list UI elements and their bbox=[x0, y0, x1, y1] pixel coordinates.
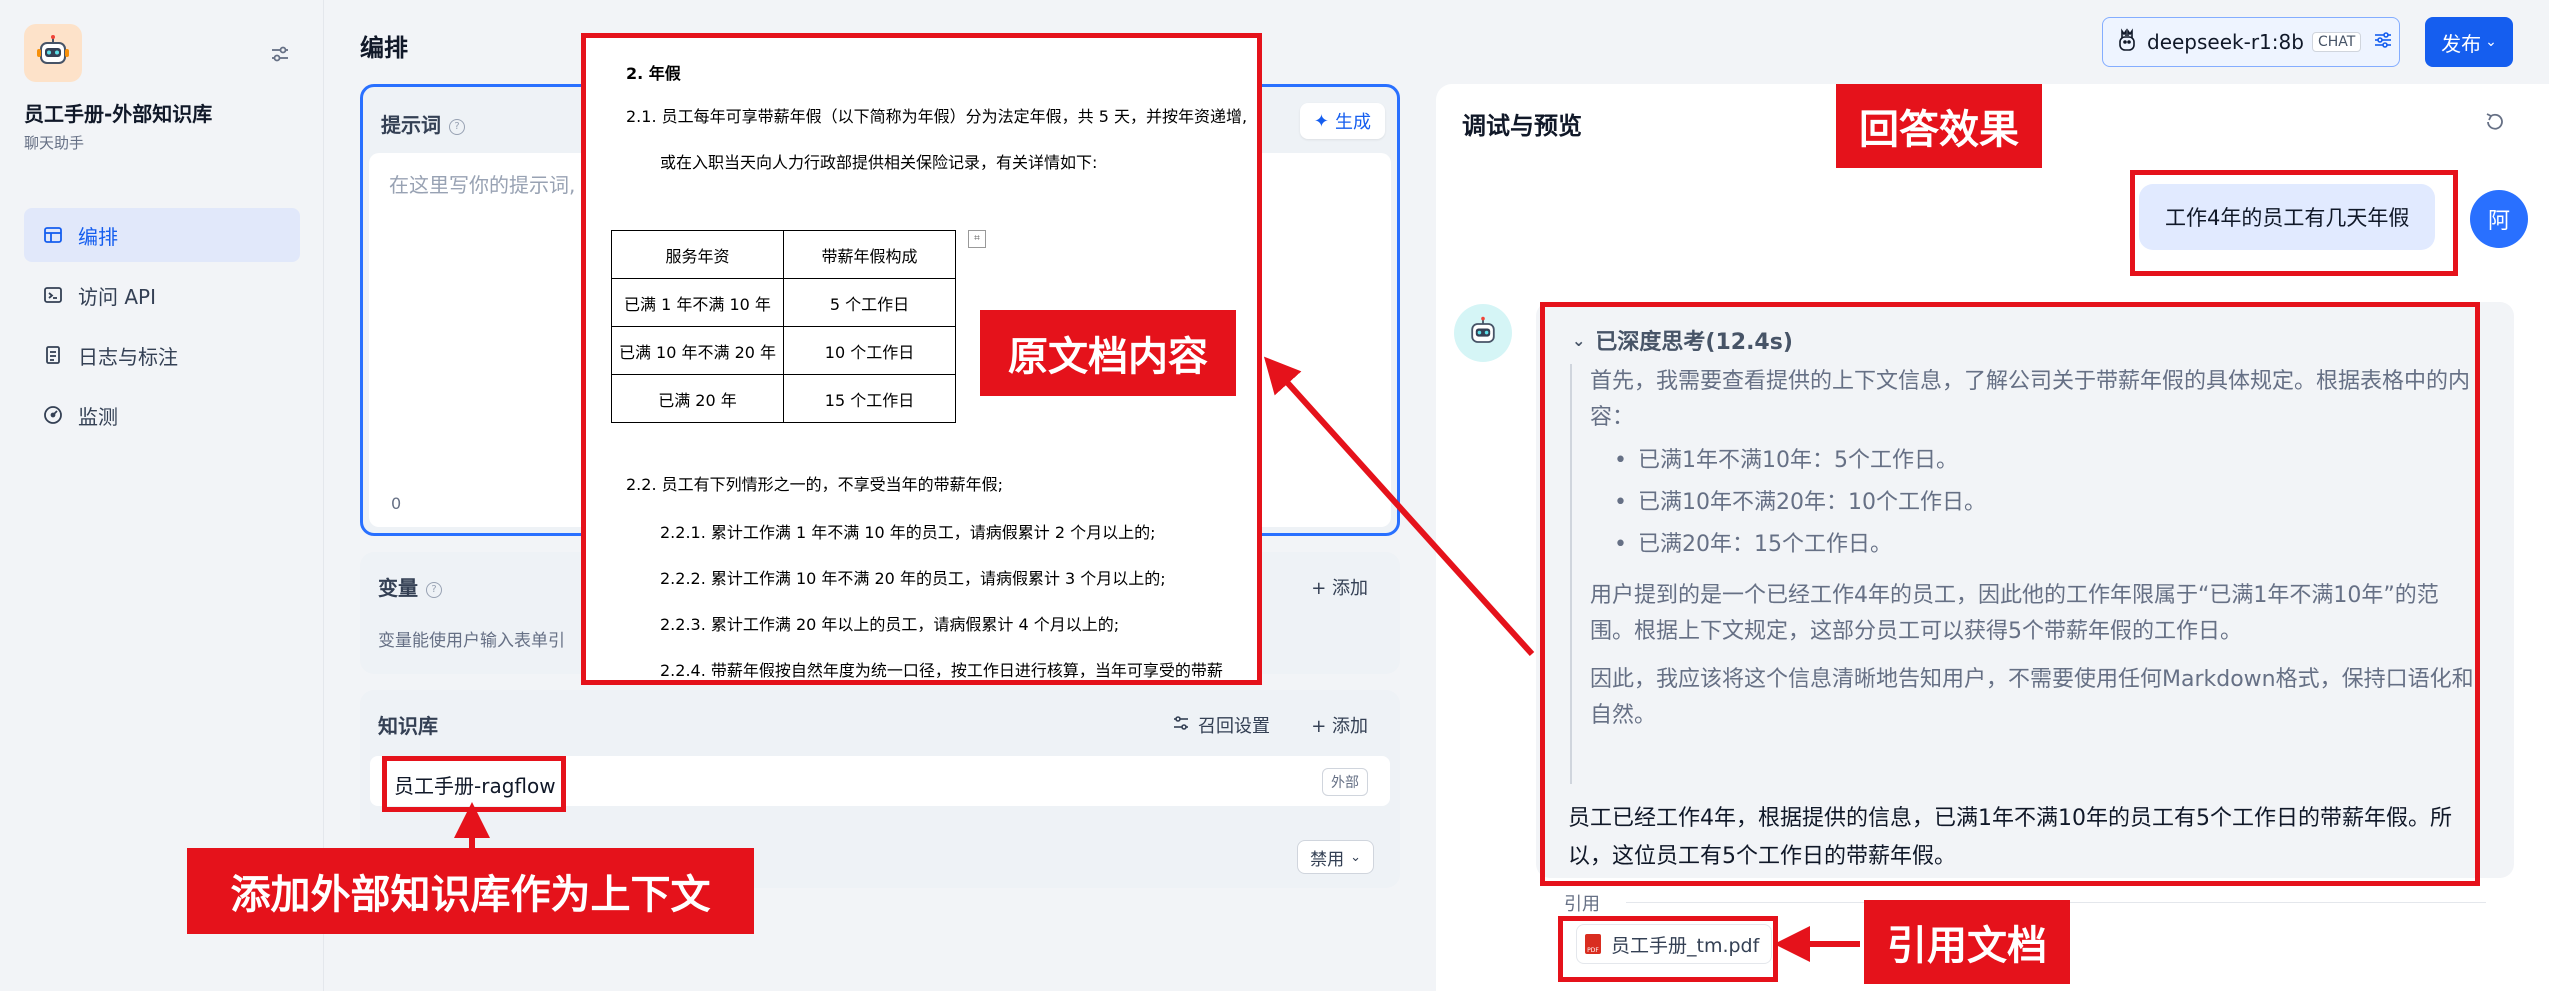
doc-paragraph-2: 2.2. 员工有下列情形之一的，不享受当年的带薪年假; bbox=[626, 475, 1004, 494]
chevron-down-icon: ⌄ bbox=[1350, 849, 1361, 865]
sidebar-item-api[interactable]: 访问 API bbox=[24, 268, 300, 322]
prompt-label-text: 提示词 bbox=[381, 113, 441, 137]
table-cell: 15 个工作日 bbox=[783, 374, 956, 423]
generate-button[interactable]: ✦ 生成 bbox=[1299, 103, 1385, 139]
table-row: 已满 10 年不满 20 年 10 个工作日 bbox=[611, 326, 956, 375]
table-cell: 10 个工作日 bbox=[783, 326, 956, 375]
table-header-row: 服务年资 带薪年假构成 bbox=[611, 230, 956, 279]
disable-select[interactable]: 禁用 ⌄ bbox=[1297, 840, 1374, 874]
annotation-label-doc: 原文档内容 bbox=[980, 310, 1236, 396]
add-knowledge-button[interactable]: + 添加 bbox=[1311, 712, 1368, 738]
doc-sub-item: 2.2.4. 带薪年假按自然年度为统一口径，按工作日进行核算，当年可享受的带薪 bbox=[660, 661, 1223, 680]
annotation-box-knowledge bbox=[382, 756, 566, 812]
doc-paragraph-1-cont: 或在入职当天向人力行政部提供相关保险记录，有关详情如下: bbox=[660, 153, 1098, 172]
doc-table: 服务年资 带薪年假构成 已满 1 年不满 10 年 5 个工作日 已满 10 年… bbox=[611, 230, 956, 423]
info-icon: ? bbox=[449, 118, 465, 135]
plus-icon: + bbox=[1311, 716, 1332, 737]
variables-description: 变量能使用户输入表单引 bbox=[378, 631, 565, 651]
publish-label: 发布 bbox=[2441, 31, 2482, 56]
layout-icon bbox=[42, 224, 64, 246]
chat-badge: CHAT bbox=[2311, 32, 2362, 52]
sparkle-icon: ✦ bbox=[1313, 110, 1329, 132]
app-subtitle: 聊天助手 bbox=[24, 134, 85, 152]
chevron-down-icon: ⌄ bbox=[2485, 34, 2497, 50]
sidebar-item-label: 监测 bbox=[78, 404, 118, 429]
prompt-label: 提示词? bbox=[381, 109, 465, 138]
table-header: 服务年资 bbox=[611, 230, 784, 279]
doc-paragraph-1: 2.1. 员工每年可享带薪年假（以下简称为年假）分为法定年假，共 5 天，并按年… bbox=[626, 107, 1248, 126]
avatar: 阿 bbox=[2470, 190, 2528, 248]
annotation-box-answer bbox=[1540, 302, 2480, 886]
bot-avatar-icon bbox=[1454, 304, 1512, 362]
table-row: 已满 1 年不满 10 年 5 个工作日 bbox=[611, 278, 956, 327]
annotation-box-user-message bbox=[2130, 170, 2458, 276]
char-count: 0 bbox=[391, 494, 402, 513]
sidebar-item-orchestrate[interactable]: 编排 bbox=[24, 208, 300, 262]
annotation-label-kb: 添加外部知识库作为上下文 bbox=[187, 848, 754, 934]
llama-icon bbox=[2117, 27, 2137, 57]
sidebar: 员工手册-外部知识库 聊天助手 编排 访问 API 日志与标注 监测 bbox=[0, 0, 324, 991]
annotation-box-citation bbox=[1558, 916, 1778, 982]
external-badge: 外部 bbox=[1322, 768, 1368, 796]
sidebar-item-label: 日志与标注 bbox=[78, 344, 178, 369]
doc-sub-item: 2.2.1. 累计工作满 1 年不满 10 年的员工，请病假累计 2 个月以上的… bbox=[660, 523, 1156, 542]
annotation-label-answer: 回答效果 bbox=[1836, 84, 2042, 168]
monitor-icon bbox=[42, 404, 64, 426]
disable-label: 禁用 bbox=[1310, 849, 1345, 870]
doc-sub-item: 2.2.2. 累计工作满 10 年不满 20 年的员工，请病假累计 3 个月以上… bbox=[660, 569, 1166, 588]
variables-label-text: 变量 bbox=[378, 576, 418, 600]
model-selector[interactable]: deepseek-r1:8b CHAT bbox=[2102, 17, 2400, 67]
table-cell: 5 个工作日 bbox=[783, 278, 956, 327]
refresh-icon[interactable] bbox=[2481, 108, 2509, 136]
preview-title: 调试与预览 bbox=[1462, 112, 1582, 140]
knowledge-label: 知识库 bbox=[378, 714, 438, 738]
table-row: 已满 20 年 15 个工作日 bbox=[611, 374, 956, 423]
table-header: 带薪年假构成 bbox=[783, 230, 956, 279]
doc-sub-item: 2.2.3. 累计工作满 20 年以上的员工，请病假累计 4 个月以上的; bbox=[660, 615, 1120, 634]
model-name: deepseek-r1:8b bbox=[2147, 30, 2304, 54]
sidebar-item-monitor[interactable]: 监测 bbox=[24, 388, 300, 442]
annotation-label-cite: 引用文档 bbox=[1864, 900, 2070, 984]
plus-icon: + bbox=[1311, 578, 1332, 599]
table-cell: 已满 10 年不满 20 年 bbox=[611, 326, 784, 375]
doc-heading: 2. 年假 bbox=[626, 64, 681, 83]
app-title: 员工手册-外部知识库 bbox=[24, 102, 213, 126]
generate-label: 生成 bbox=[1335, 112, 1371, 133]
terminal-icon bbox=[42, 284, 64, 306]
table-handle-icon: ⌗ bbox=[968, 230, 986, 248]
recall-settings-button[interactable]: 召回设置 bbox=[1172, 712, 1270, 738]
sidebar-nav: 编排 访问 API 日志与标注 监测 bbox=[24, 208, 300, 448]
settings-toggle-icon[interactable] bbox=[266, 40, 294, 68]
recall-label: 召回设置 bbox=[1198, 716, 1270, 737]
add-label: 添加 bbox=[1332, 578, 1368, 599]
table-cell: 已满 1 年不满 10 年 bbox=[611, 278, 784, 327]
sidebar-item-label: 访问 API bbox=[78, 284, 156, 309]
citation-label: 引用 bbox=[1564, 894, 1600, 915]
publish-button[interactable]: 发布 ⌄ bbox=[2425, 17, 2513, 67]
variables-label: 变量? bbox=[378, 572, 442, 601]
log-icon bbox=[42, 344, 64, 366]
sidebar-item-label: 编排 bbox=[78, 224, 118, 249]
add-label: 添加 bbox=[1332, 716, 1368, 737]
sidebar-item-logs[interactable]: 日志与标注 bbox=[24, 328, 300, 382]
robot-logo-icon bbox=[24, 24, 82, 82]
add-variable-button[interactable]: + 添加 bbox=[1311, 574, 1368, 600]
sliders-icon bbox=[1172, 714, 1190, 737]
prompt-placeholder: 在这里写你的提示词, bbox=[389, 173, 576, 197]
table-cell: 已满 20 年 bbox=[611, 374, 784, 423]
sliders-icon bbox=[2373, 30, 2393, 55]
info-icon: ? bbox=[426, 581, 442, 598]
page-title: 编排 bbox=[360, 34, 408, 62]
